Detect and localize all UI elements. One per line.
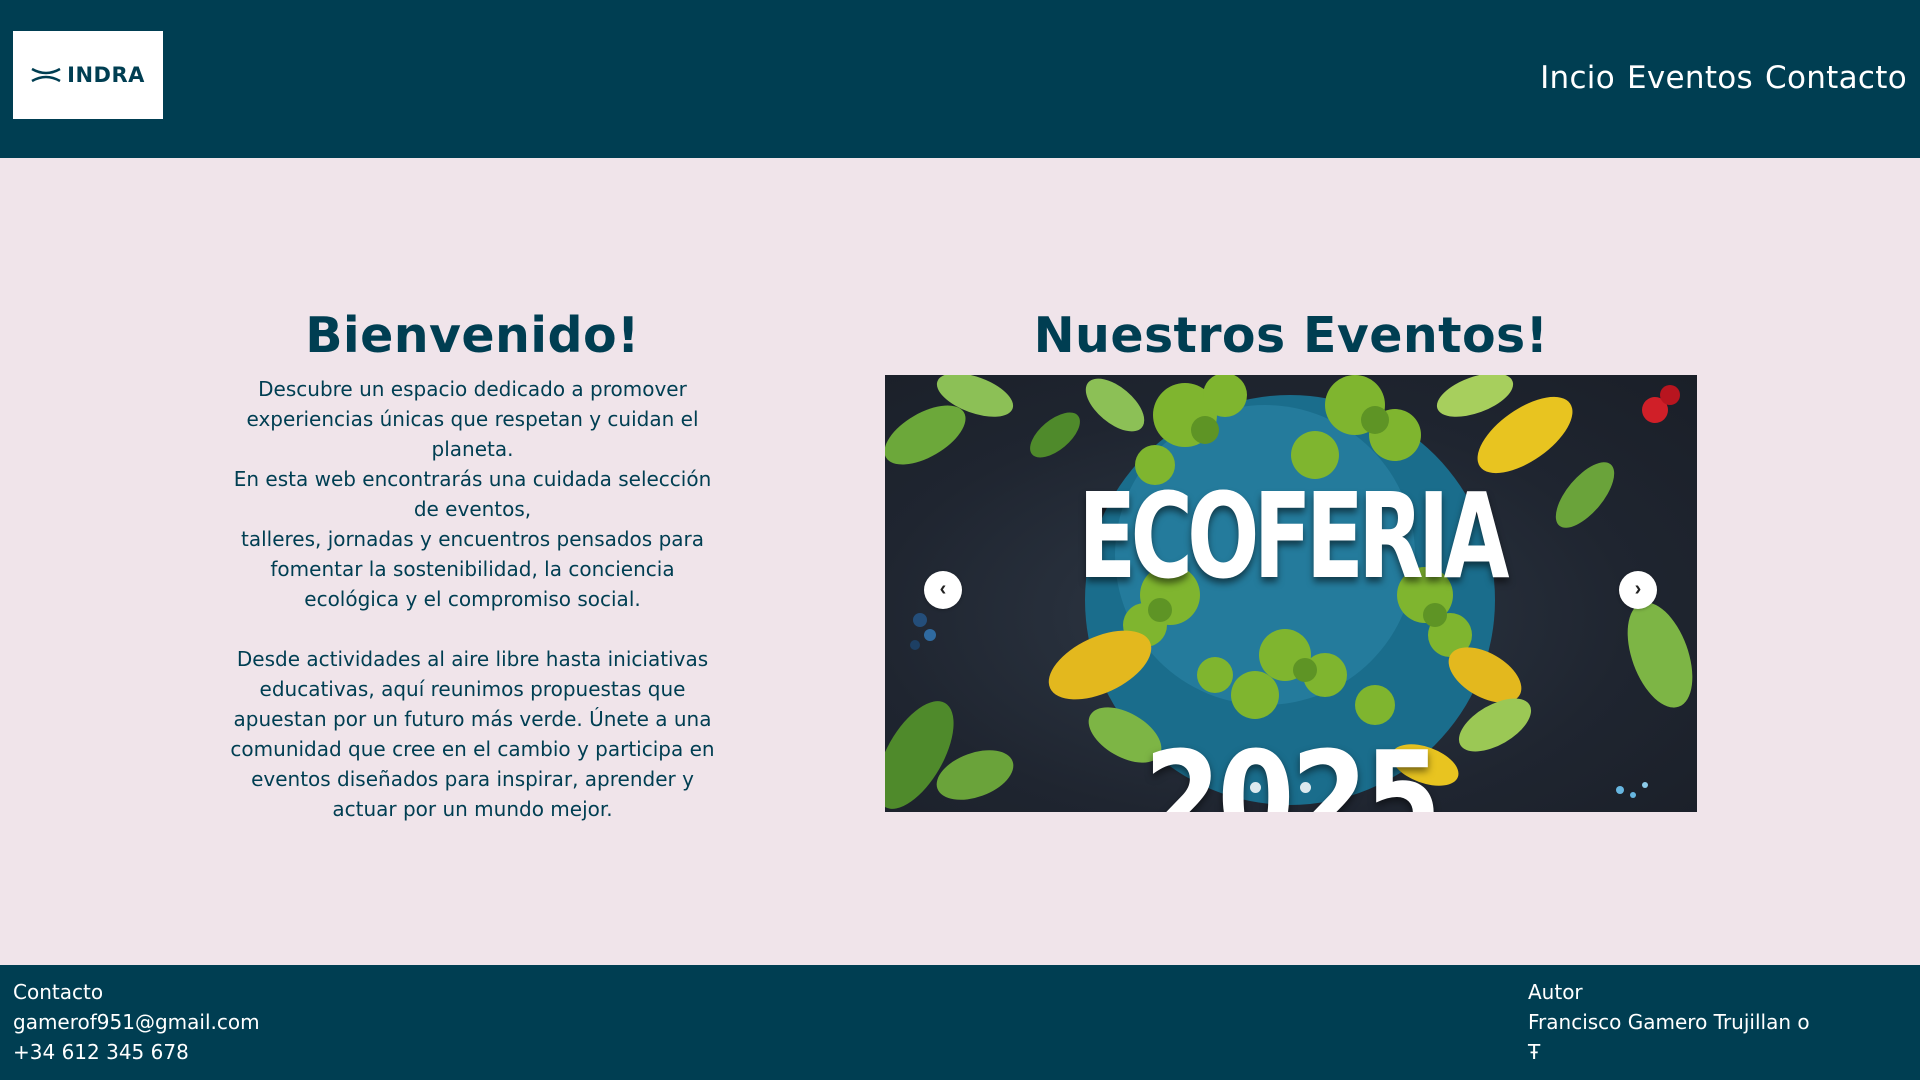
main-nav: Incio Eventos Contacto: [1540, 56, 1907, 100]
text-line: actuar por un mundo mejor.: [332, 797, 613, 821]
slide-year: 2025: [1144, 723, 1441, 812]
footer-author-heading: Autor: [1528, 980, 1583, 1004]
text-line: planeta.: [431, 437, 514, 461]
carousel-indicator-2[interactable]: [1275, 782, 1286, 793]
text-line: educativas, aquí reunimos propuestas que: [259, 677, 686, 701]
carousel-indicators: [1250, 782, 1311, 793]
welcome-title: Bienvenido!: [305, 307, 640, 364]
footer-author: Autor Francisco Gamero Trujillan o Ŧ: [1528, 977, 1810, 1067]
footer-phone: +34 612 345 678: [13, 1040, 189, 1064]
nav-link-eventos[interactable]: Eventos: [1627, 56, 1753, 100]
text-line: apuestan por un futuro más verde. Únete …: [233, 707, 712, 731]
text-line: comunidad que cree en el cambio y partic…: [230, 737, 715, 761]
text-line: ecológica y el compromiso social.: [304, 587, 641, 611]
footer-contact: Contacto gamerof951@gmail.com +34 612 34…: [13, 977, 260, 1067]
carousel-next-button[interactable]: ›: [1619, 571, 1657, 609]
indra-logo-icon: [31, 67, 61, 83]
events-section: Nuestros Eventos!: [885, 300, 1697, 372]
footer-author-name: Francisco Gamero Trujillan o: [1528, 1010, 1810, 1034]
text-line: Desde actividades al aire libre hasta in…: [236, 647, 709, 671]
site-footer: Contacto gamerof951@gmail.com +34 612 34…: [0, 965, 1920, 1080]
welcome-section: Bienvenido! Descubre un espacio dedicado…: [210, 300, 735, 824]
carousel-indicator-3[interactable]: [1300, 782, 1311, 793]
carousel-indicator-1[interactable]: [1250, 782, 1261, 793]
carousel-prev-button[interactable]: ‹: [924, 571, 962, 609]
text-line: experiencias únicas que respetan y cuida…: [246, 407, 699, 431]
nav-link-inicio[interactable]: Incio: [1540, 56, 1615, 100]
text-line: En esta web encontrarás una cuidada sele…: [233, 467, 712, 491]
text-line: de eventos,: [413, 497, 532, 521]
text-line: eventos diseñados para inspirar, aprende…: [251, 767, 694, 791]
welcome-paragraph-2: Desde actividades al aire libre hasta in…: [210, 644, 735, 824]
chevron-right-icon: ›: [1634, 578, 1642, 600]
footer-contact-heading: Contacto: [13, 980, 104, 1004]
chevron-left-icon: ‹: [939, 578, 947, 600]
text-line: Descubre un espacio dedicado a promover: [258, 377, 687, 401]
events-title: Nuestros Eventos!: [1033, 307, 1549, 364]
site-header: INDRA Incio Eventos Contacto: [0, 0, 1920, 158]
slide-title: ECOFERIA: [1078, 467, 1509, 605]
carousel-slide[interactable]: ECOFERIA 2025: [885, 375, 1697, 812]
text-line: fomentar la sostenibilidad, la concienci…: [270, 557, 675, 581]
text-line: talleres, jornadas y encuentros pensados…: [240, 527, 705, 551]
indra-logo[interactable]: INDRA: [13, 31, 163, 119]
footer-author-extra: Ŧ: [1528, 1040, 1541, 1064]
welcome-paragraph-1: Descubre un espacio dedicado a promover …: [210, 374, 735, 614]
logo-text: INDRA: [67, 63, 145, 87]
nav-link-contacto[interactable]: Contacto: [1765, 56, 1907, 100]
footer-email: gamerof951@gmail.com: [13, 1010, 260, 1034]
